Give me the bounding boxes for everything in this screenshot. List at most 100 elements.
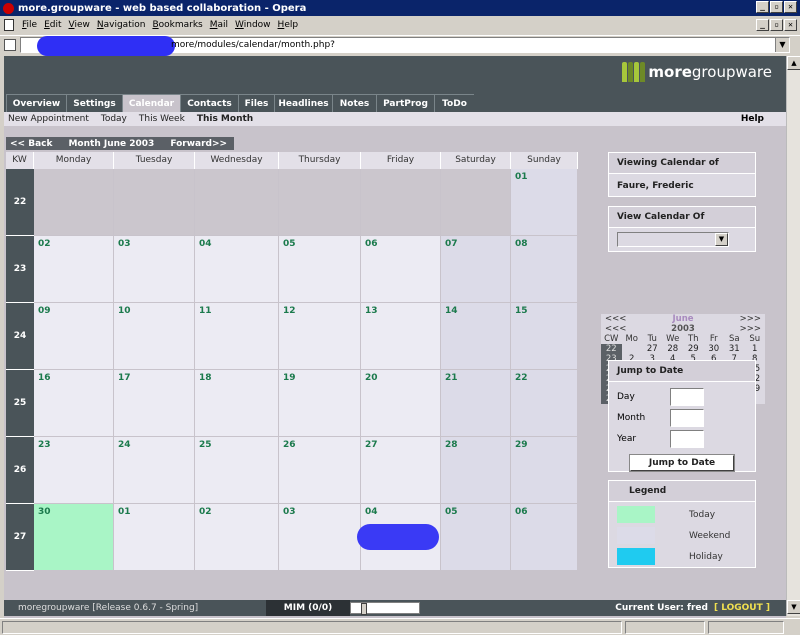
day-number[interactable]: 21 <box>445 373 458 383</box>
day-number[interactable]: 03 <box>118 239 131 249</box>
year-input[interactable] <box>670 429 704 448</box>
menu-file[interactable]: File <box>22 20 37 30</box>
url-input[interactable]: more/modules/calendar/month.php? ▼ <box>20 36 790 56</box>
day-number[interactable]: 07 <box>445 239 458 249</box>
day-number[interactable]: 29 <box>515 440 528 450</box>
day-cell[interactable]: 06 <box>361 236 441 303</box>
day-cell[interactable]: 11 <box>195 303 279 370</box>
day-number[interactable]: 06 <box>365 239 378 249</box>
menu-mail[interactable]: Mail <box>210 20 228 30</box>
mini-day[interactable]: 30 <box>704 344 725 354</box>
day-cell[interactable]: 29 <box>511 437 578 504</box>
day-number[interactable]: 25 <box>199 440 212 450</box>
tab-files[interactable]: Files <box>238 94 274 112</box>
url-dropdown-icon[interactable]: ▼ <box>775 38 789 52</box>
day-cell[interactable]: 28 <box>441 437 511 504</box>
day-number[interactable]: 04 <box>199 239 212 249</box>
day-number[interactable]: 26 <box>283 440 296 450</box>
doc-minimize-button[interactable]: _ <box>756 19 769 31</box>
day-cell[interactable]: 23 <box>34 437 114 504</box>
day-cell[interactable]: 16 <box>34 370 114 437</box>
day-number[interactable]: 05 <box>445 507 458 517</box>
day-number[interactable]: 11 <box>199 306 212 316</box>
day-number[interactable]: 12 <box>283 306 296 316</box>
day-cell[interactable]: 30 <box>34 504 114 571</box>
day-number[interactable]: 05 <box>283 239 296 249</box>
mini-prev-month-link[interactable]: <<< <box>605 314 626 324</box>
day-cell[interactable]: 25 <box>195 437 279 504</box>
day-cell[interactable]: 01 <box>114 504 195 571</box>
scroll-up-icon[interactable]: ▲ <box>787 56 800 70</box>
day-cell[interactable]: 14 <box>441 303 511 370</box>
day-number[interactable]: 19 <box>283 373 296 383</box>
day-cell[interactable]: 04 <box>195 236 279 303</box>
doc-close-button[interactable]: ✕ <box>784 19 797 31</box>
day-number[interactable]: 09 <box>38 306 51 316</box>
this-month-link[interactable]: This Month <box>197 114 253 124</box>
help-link[interactable]: Help <box>741 114 764 124</box>
day-number[interactable]: 02 <box>199 507 212 517</box>
mim-status[interactable]: MIM (0/0) <box>266 600 350 616</box>
tab-notes[interactable]: Notes <box>332 94 376 112</box>
day-cell[interactable]: 13 <box>361 303 441 370</box>
day-number[interactable]: 20 <box>365 373 378 383</box>
tab-contacts[interactable]: Contacts <box>180 94 238 112</box>
week-number[interactable]: 24 <box>6 303 34 370</box>
day-cell[interactable]: 09 <box>34 303 114 370</box>
chevron-down-icon[interactable]: ▼ <box>715 233 728 246</box>
week-number[interactable]: 26 <box>6 437 34 504</box>
day-cell[interactable]: 17 <box>114 370 195 437</box>
maximize-button[interactable]: ▫ <box>770 1 783 13</box>
mini-prev-year-link[interactable]: <<< <box>605 324 626 334</box>
day-number[interactable]: 27 <box>365 440 378 450</box>
day-cell[interactable] <box>279 169 361 236</box>
day-cell[interactable] <box>361 169 441 236</box>
day-number[interactable]: 08 <box>515 239 528 249</box>
menu-window[interactable]: Window <box>235 20 271 30</box>
day-cell[interactable] <box>34 169 114 236</box>
jump-to-date-button[interactable]: Jump to Date <box>629 454 735 472</box>
day-number[interactable]: 22 <box>515 373 528 383</box>
day-number[interactable]: 02 <box>38 239 51 249</box>
day-cell[interactable]: 21 <box>441 370 511 437</box>
mini-next-year-link[interactable]: >>> <box>740 324 761 334</box>
day-cell[interactable]: 18 <box>195 370 279 437</box>
forward-link[interactable]: Forward>> <box>170 139 227 149</box>
day-cell[interactable]: 05 <box>279 236 361 303</box>
week-number[interactable]: 27 <box>6 504 34 571</box>
tab-settings[interactable]: Settings <box>66 94 122 112</box>
day-cell[interactable]: 03 <box>279 504 361 571</box>
menu-help[interactable]: Help <box>278 20 299 30</box>
mini-next-month-link[interactable]: >>> <box>740 314 761 324</box>
today-link[interactable]: Today <box>101 114 127 124</box>
mini-day[interactable]: 1 <box>745 344 766 354</box>
week-number[interactable]: 22 <box>6 169 34 236</box>
day-cell[interactable]: 02 <box>195 504 279 571</box>
mini-day[interactable]: 27 <box>642 344 663 354</box>
day-cell[interactable]: 07 <box>441 236 511 303</box>
day-number[interactable]: 30 <box>38 507 51 517</box>
day-cell[interactable]: 08 <box>511 236 578 303</box>
day-cell[interactable]: 06 <box>511 504 578 571</box>
day-number[interactable]: 01 <box>118 507 131 517</box>
menu-edit[interactable]: Edit <box>44 20 61 30</box>
day-number[interactable]: 24 <box>118 440 131 450</box>
week-number[interactable]: 25 <box>6 370 34 437</box>
day-number[interactable]: 10 <box>118 306 131 316</box>
doc-restore-button[interactable]: ▫ <box>770 19 783 31</box>
day-cell[interactable]: 24 <box>114 437 195 504</box>
day-number[interactable]: 23 <box>38 440 51 450</box>
tab-partprog[interactable]: PartProg <box>376 94 434 112</box>
scroll-down-icon[interactable]: ▼ <box>787 600 800 614</box>
day-number[interactable]: 16 <box>38 373 51 383</box>
tab-headlines[interactable]: Headlines <box>274 94 332 112</box>
day-cell[interactable]: 01 <box>511 169 578 236</box>
vertical-scrollbar[interactable]: ▲ ▼ <box>786 56 800 616</box>
tab-calendar[interactable]: Calendar <box>122 94 180 112</box>
mini-week-number[interactable]: 22 <box>601 344 622 354</box>
mini-day[interactable]: 31 <box>724 344 745 354</box>
day-number[interactable]: 13 <box>365 306 378 316</box>
tab-overview[interactable]: Overview <box>6 94 66 112</box>
footer-scrollbar[interactable] <box>350 602 420 615</box>
day-cell[interactable] <box>441 169 511 236</box>
